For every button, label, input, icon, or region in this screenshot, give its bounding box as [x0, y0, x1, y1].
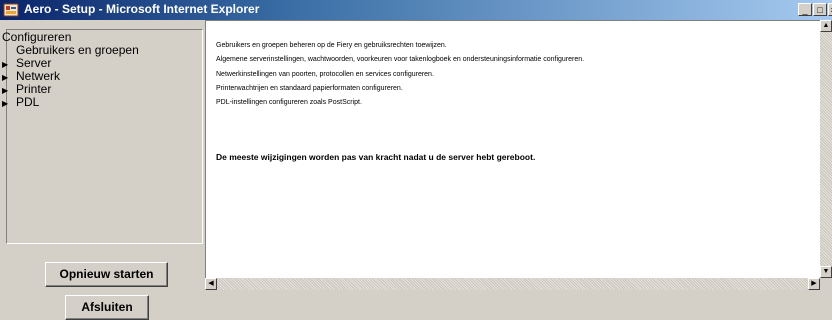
description-line: Printerwachtrijen en standaard papierfor… — [216, 85, 403, 92]
horizontal-scrollbar[interactable]: ◀ ▶ — [205, 278, 820, 290]
tree-item-label: Netwerk — [16, 69, 61, 83]
scroll-up-icon[interactable]: ▲ — [820, 20, 832, 32]
tree-item-label: Printer — [16, 82, 52, 96]
vertical-scrollbar[interactable]: ▲ ▼ — [820, 20, 832, 278]
tree-item-label: Gebruikers en groepen — [16, 43, 139, 57]
configuration-tree[interactable]: Configureren Gebruikers en groepen ▶ Serv… — [2, 29, 203, 244]
maximize-button[interactable]: □ — [813, 3, 827, 16]
tree-item-pdl[interactable]: ▶ PDL — [2, 96, 39, 110]
description-line: Gebruikers en groepen beheren op de Fier… — [216, 42, 447, 49]
close-button[interactable]: × — [828, 3, 832, 16]
reboot-warning: De meeste wijzigingen worden pas van kra… — [216, 152, 536, 162]
tree-item-label: Server — [16, 56, 52, 70]
scroll-right-icon[interactable]: ▶ — [808, 278, 820, 290]
scroll-left-icon[interactable]: ◀ — [205, 278, 217, 290]
navigation-panel: Configureren Gebruikers en groepen ▶ Serv… — [0, 20, 205, 320]
exit-button[interactable]: Afsluiten — [65, 295, 149, 320]
description-panel: Gebruikers en groepen beheren op de Fier… — [205, 20, 820, 278]
window-title: Aero - Setup - Microsoft Internet Explor… — [24, 2, 260, 16]
expand-arrow-icon[interactable]: ▶ — [2, 97, 16, 110]
tree-item-label: PDL — [16, 95, 40, 109]
app-icon — [3, 2, 19, 18]
description-line: Algemene serverinstellingen, wachtwoorde… — [216, 56, 585, 63]
window-bottom-strip — [205, 290, 832, 318]
scrollbar-corner — [820, 278, 832, 290]
description-line: Netwerkinstellingen van poorten, protoco… — [216, 71, 434, 78]
description-line: PDL-instellingen configureren zoals Post… — [216, 99, 362, 106]
restart-button[interactable]: Opnieuw starten — [45, 262, 168, 287]
window-title-bar[interactable]: Aero - Setup - Microsoft Internet Explor… — [0, 0, 832, 20]
scroll-down-icon[interactable]: ▼ — [820, 266, 832, 278]
minimize-button[interactable]: _ — [798, 3, 812, 16]
